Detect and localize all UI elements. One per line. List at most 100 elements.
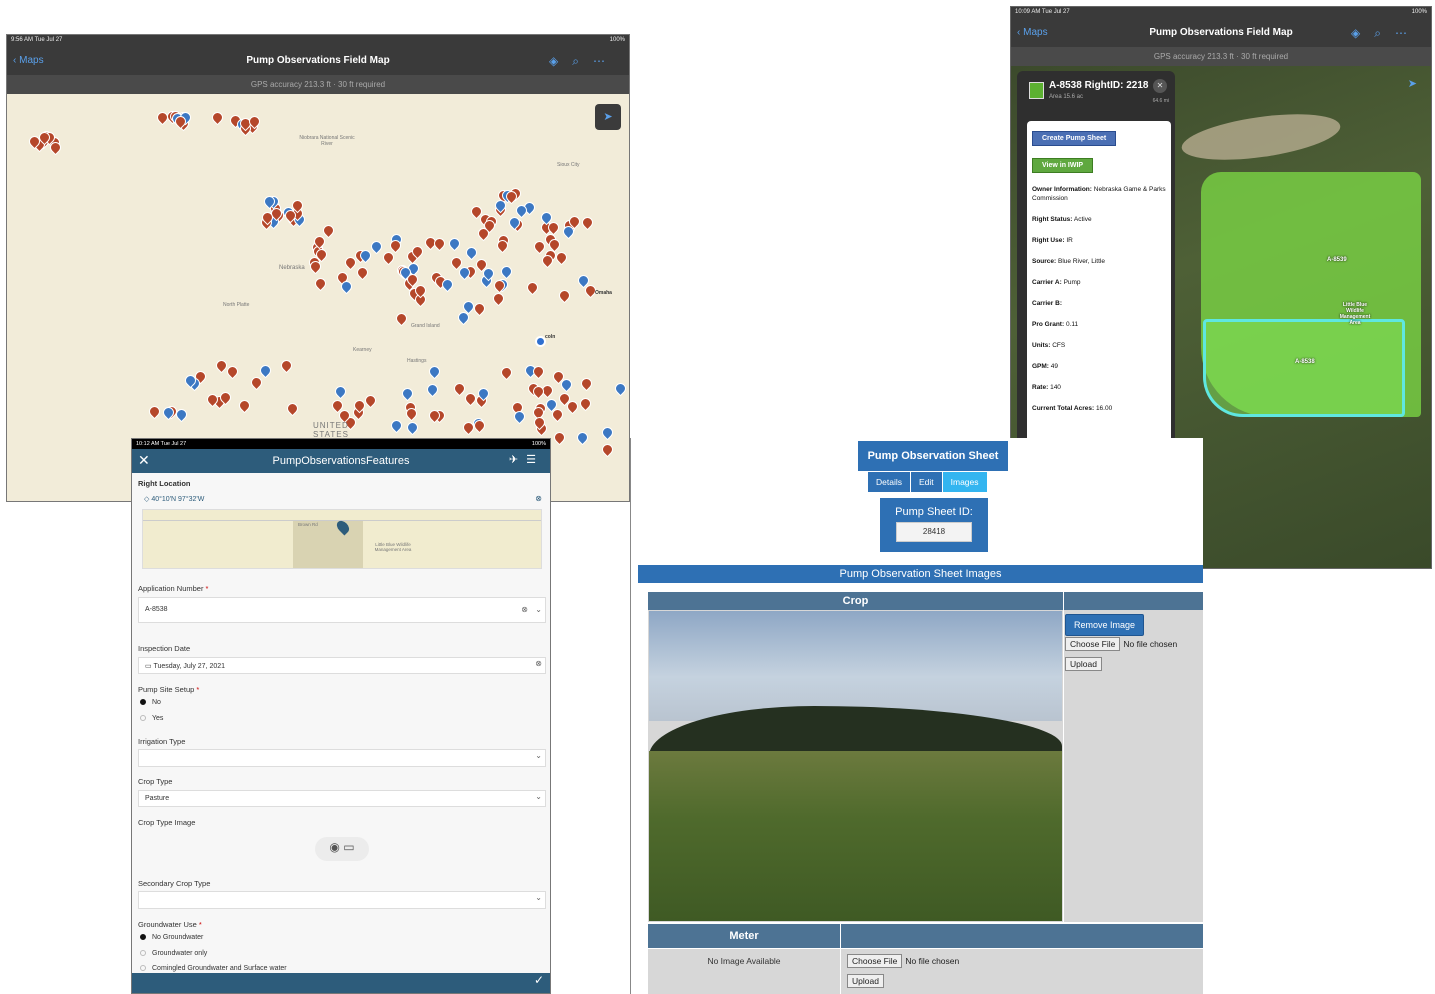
upload-button[interactable]: Upload — [847, 974, 884, 988]
chevron-down-icon[interactable]: ⌄ — [535, 792, 542, 801]
location-minimap[interactable]: Little Blue Wildlife Management Area Bro… — [142, 509, 542, 569]
secondary-crop-select[interactable] — [138, 891, 546, 909]
clear-icon[interactable]: ⊗ — [535, 659, 542, 668]
popup-property-row: Owner Information: Nebraska Game & Parks… — [1032, 185, 1166, 203]
popup-property-row: Right Use: IR — [1032, 236, 1166, 245]
choose-file-control[interactable]: Choose File No file chosen — [1065, 637, 1177, 651]
upload-button[interactable]: Upload — [1065, 657, 1102, 671]
tab-details[interactable]: Details — [868, 472, 910, 492]
crop-type-label: Crop Type — [138, 777, 173, 786]
popup-title: A-8538 RightID: 2218 — [1049, 80, 1149, 91]
minimap-label-area: Little Blue Wildlife Management Area — [374, 542, 412, 552]
crop-header: Crop — [648, 592, 1063, 610]
groundwater-label: Groundwater Use * — [138, 920, 202, 929]
choose-file-button[interactable]: Choose File — [1065, 637, 1121, 651]
chevron-down-icon[interactable]: ⌄ — [535, 893, 542, 902]
map-label-nebraska: Nebraska — [279, 265, 305, 271]
property-label: Carrier A: — [1032, 279, 1062, 286]
view-in-iwip-button[interactable]: View in IWIP — [1032, 158, 1094, 173]
crop-image-label: Crop Type Image — [138, 818, 196, 827]
tab-images[interactable]: Images — [942, 472, 987, 492]
choose-file-button[interactable]: Choose File — [847, 954, 903, 968]
popup-header: A-8538 RightID: 2218 Area 15.6 ac ✕ 64.6… — [1017, 71, 1175, 117]
chevron-down-icon[interactable]: ⌄ — [535, 751, 542, 760]
popup-property-row: Pro Grant: 0.11 — [1032, 320, 1166, 329]
map-label-grand-island: Grand Island — [411, 323, 440, 329]
gps-icon[interactable]: ✈ — [509, 454, 526, 466]
folder-icon[interactable]: ▭ — [343, 840, 354, 854]
choose-file-control[interactable]: Choose File No file chosen — [847, 954, 959, 968]
inspection-date-label: Inspection Date — [138, 644, 191, 653]
close-icon[interactable]: ✕ — [1153, 79, 1167, 93]
popup-property-row: Rate: 140 — [1032, 383, 1166, 392]
tab-edit[interactable]: Edit — [910, 472, 942, 492]
clear-icon[interactable]: ⊗ — [535, 494, 542, 503]
checkmark-icon[interactable]: ✓ — [534, 973, 544, 987]
status-time: 10:12 AM Tue Jul 27 — [136, 441, 187, 447]
property-label: Units: — [1032, 342, 1051, 349]
more-icon[interactable]: ⋯ — [593, 54, 619, 68]
status-bar: 9:56 AM Tue Jul 27 100% — [7, 35, 629, 45]
layers-icon[interactable]: ◈ — [1351, 26, 1374, 40]
pump-site-option-yes[interactable]: Yes — [140, 715, 163, 722]
camera-icon[interactable]: ◉ — [329, 840, 339, 854]
status-time: 9:56 AM Tue Jul 27 — [11, 37, 63, 43]
locate-button[interactable]: ➤ — [595, 104, 621, 130]
popup-subtitle: Area 15.6 ac — [1049, 94, 1084, 100]
navigation-arrow-icon[interactable]: ➤ — [1408, 77, 1417, 90]
field-label-a8539: A-8539 — [1327, 257, 1347, 263]
required-mark: * — [198, 920, 202, 929]
property-value: 16.00 — [1095, 405, 1113, 412]
right-location-field[interactable]: ◇ 40°10'N 97°32'W — [138, 491, 546, 509]
property-label: Carrier B: — [1032, 300, 1062, 307]
pump-site-option-no[interactable]: No — [140, 699, 161, 706]
selected-field-polygon-a8538[interactable] — [1203, 319, 1405, 417]
meter-header: Meter — [648, 924, 840, 948]
sheet-title: Pump Observation Sheet — [858, 441, 1008, 471]
property-label: Pro Grant: — [1032, 321, 1065, 328]
create-pump-sheet-button[interactable]: Create Pump Sheet — [1032, 131, 1117, 146]
popup-property-row: Right Status: Active — [1032, 215, 1166, 224]
property-value: IR — [1066, 237, 1073, 244]
photo-sky — [649, 611, 1062, 721]
irrigation-type-select[interactable] — [138, 749, 546, 767]
no-image-text: No Image Available — [707, 956, 781, 966]
groundwater-option-only[interactable]: Groundwater only — [140, 950, 207, 957]
remove-image-button[interactable]: Remove Image — [1065, 614, 1145, 636]
property-value: 140 — [1050, 384, 1061, 391]
search-icon[interactable]: ⌕ — [1374, 26, 1395, 40]
sheet-id-input[interactable]: 28418 — [896, 522, 972, 542]
property-value: Active — [1073, 216, 1092, 223]
property-value: 49 — [1050, 363, 1059, 370]
minimap-label-road: Brown Rd — [298, 522, 318, 527]
groundwater-option-comingled[interactable]: Comingled Groundwater and Surface water — [140, 965, 287, 972]
property-label: Right Use: — [1032, 237, 1065, 244]
pump-site-label-text: Pump Site Setup — [138, 685, 195, 694]
popup-property-row: Source: Blue River, Little — [1032, 257, 1166, 266]
status-bar: 10:12 AM Tue Jul 27 100% — [132, 439, 550, 449]
right-location-label: Right Location — [138, 479, 191, 488]
layers-icon[interactable]: ◈ — [549, 54, 572, 68]
navigation-arrow-icon: ➤ — [603, 111, 613, 123]
property-label: Current Total Acres: — [1032, 405, 1095, 412]
inspection-date-field[interactable]: ▭ Tuesday, July 27, 2021 — [138, 657, 546, 674]
pump-site-option-label: No — [152, 699, 161, 706]
menu-icon[interactable]: ☰ — [526, 454, 544, 466]
groundwater-option-label: No Groundwater — [152, 934, 204, 941]
status-bar: 10:09 AM Tue Jul 27 100% — [1011, 7, 1431, 17]
map-label-niobrara: Niobrara National Scenic River — [299, 135, 355, 147]
more-icon[interactable]: ⋯ — [1395, 26, 1421, 40]
map-label-north-platte: North Platte — [223, 302, 250, 308]
chevron-down-icon[interactable]: ⌄ — [535, 605, 542, 614]
gps-accuracy-bar: GPS accuracy 213.3 ft · 30 ft required — [7, 75, 629, 94]
map-panel: 9:56 AM Tue Jul 27 100% ‹ Maps Pump Obse… — [6, 34, 630, 502]
application-number-field[interactable]: A-8538 — [138, 597, 546, 623]
search-icon[interactable]: ⌕ — [572, 54, 593, 68]
status-time: 10:09 AM Tue Jul 27 — [1015, 9, 1070, 15]
application-number-label-text: Application Number — [138, 584, 204, 593]
clear-icon[interactable]: ⊗ — [521, 605, 528, 614]
groundwater-option-none[interactable]: No Groundwater — [140, 934, 203, 941]
required-mark: * — [196, 685, 200, 694]
form-title: PumpObservationsFeatures — [272, 455, 410, 467]
crop-type-select[interactable]: Pasture — [138, 790, 546, 807]
